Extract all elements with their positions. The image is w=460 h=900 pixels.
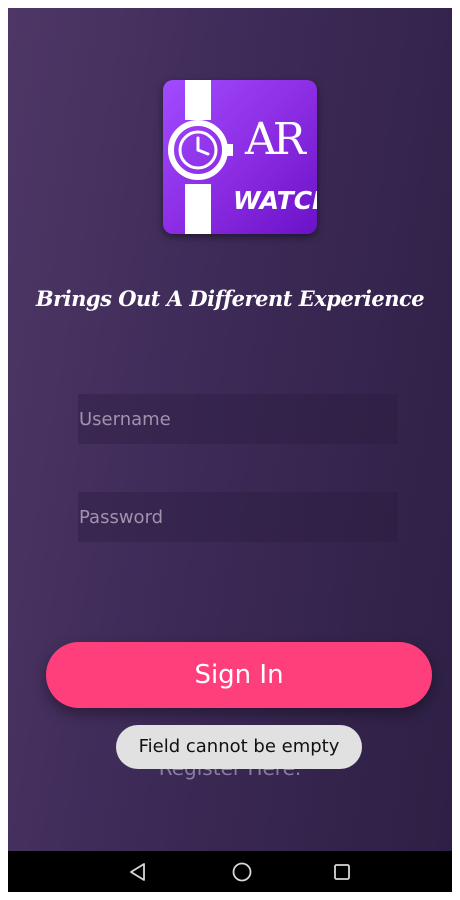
sign-in-button[interactable]: Sign In xyxy=(46,642,432,708)
toast-message: Field cannot be empty xyxy=(116,725,362,769)
app-logo: AR WATCH xyxy=(163,80,317,234)
username-input[interactable] xyxy=(78,394,398,444)
logo-watch-text: WATCH xyxy=(233,186,317,215)
app-screen: AR WATCH Brings Out A Different Experien… xyxy=(8,8,452,892)
watch-icon xyxy=(168,120,233,180)
nav-back-button[interactable] xyxy=(116,851,160,892)
back-icon xyxy=(130,862,145,881)
password-input[interactable] xyxy=(78,492,398,542)
system-navigation-bar xyxy=(8,851,452,892)
logo-watch-strap-bottom xyxy=(185,184,211,234)
logo-ar-text: AR xyxy=(245,114,306,165)
tagline: Brings Out A Different Experience xyxy=(35,286,425,311)
nav-recents-button[interactable] xyxy=(320,851,364,892)
nav-home-button[interactable] xyxy=(220,851,264,892)
recents-icon xyxy=(334,863,350,880)
home-icon xyxy=(232,862,252,881)
